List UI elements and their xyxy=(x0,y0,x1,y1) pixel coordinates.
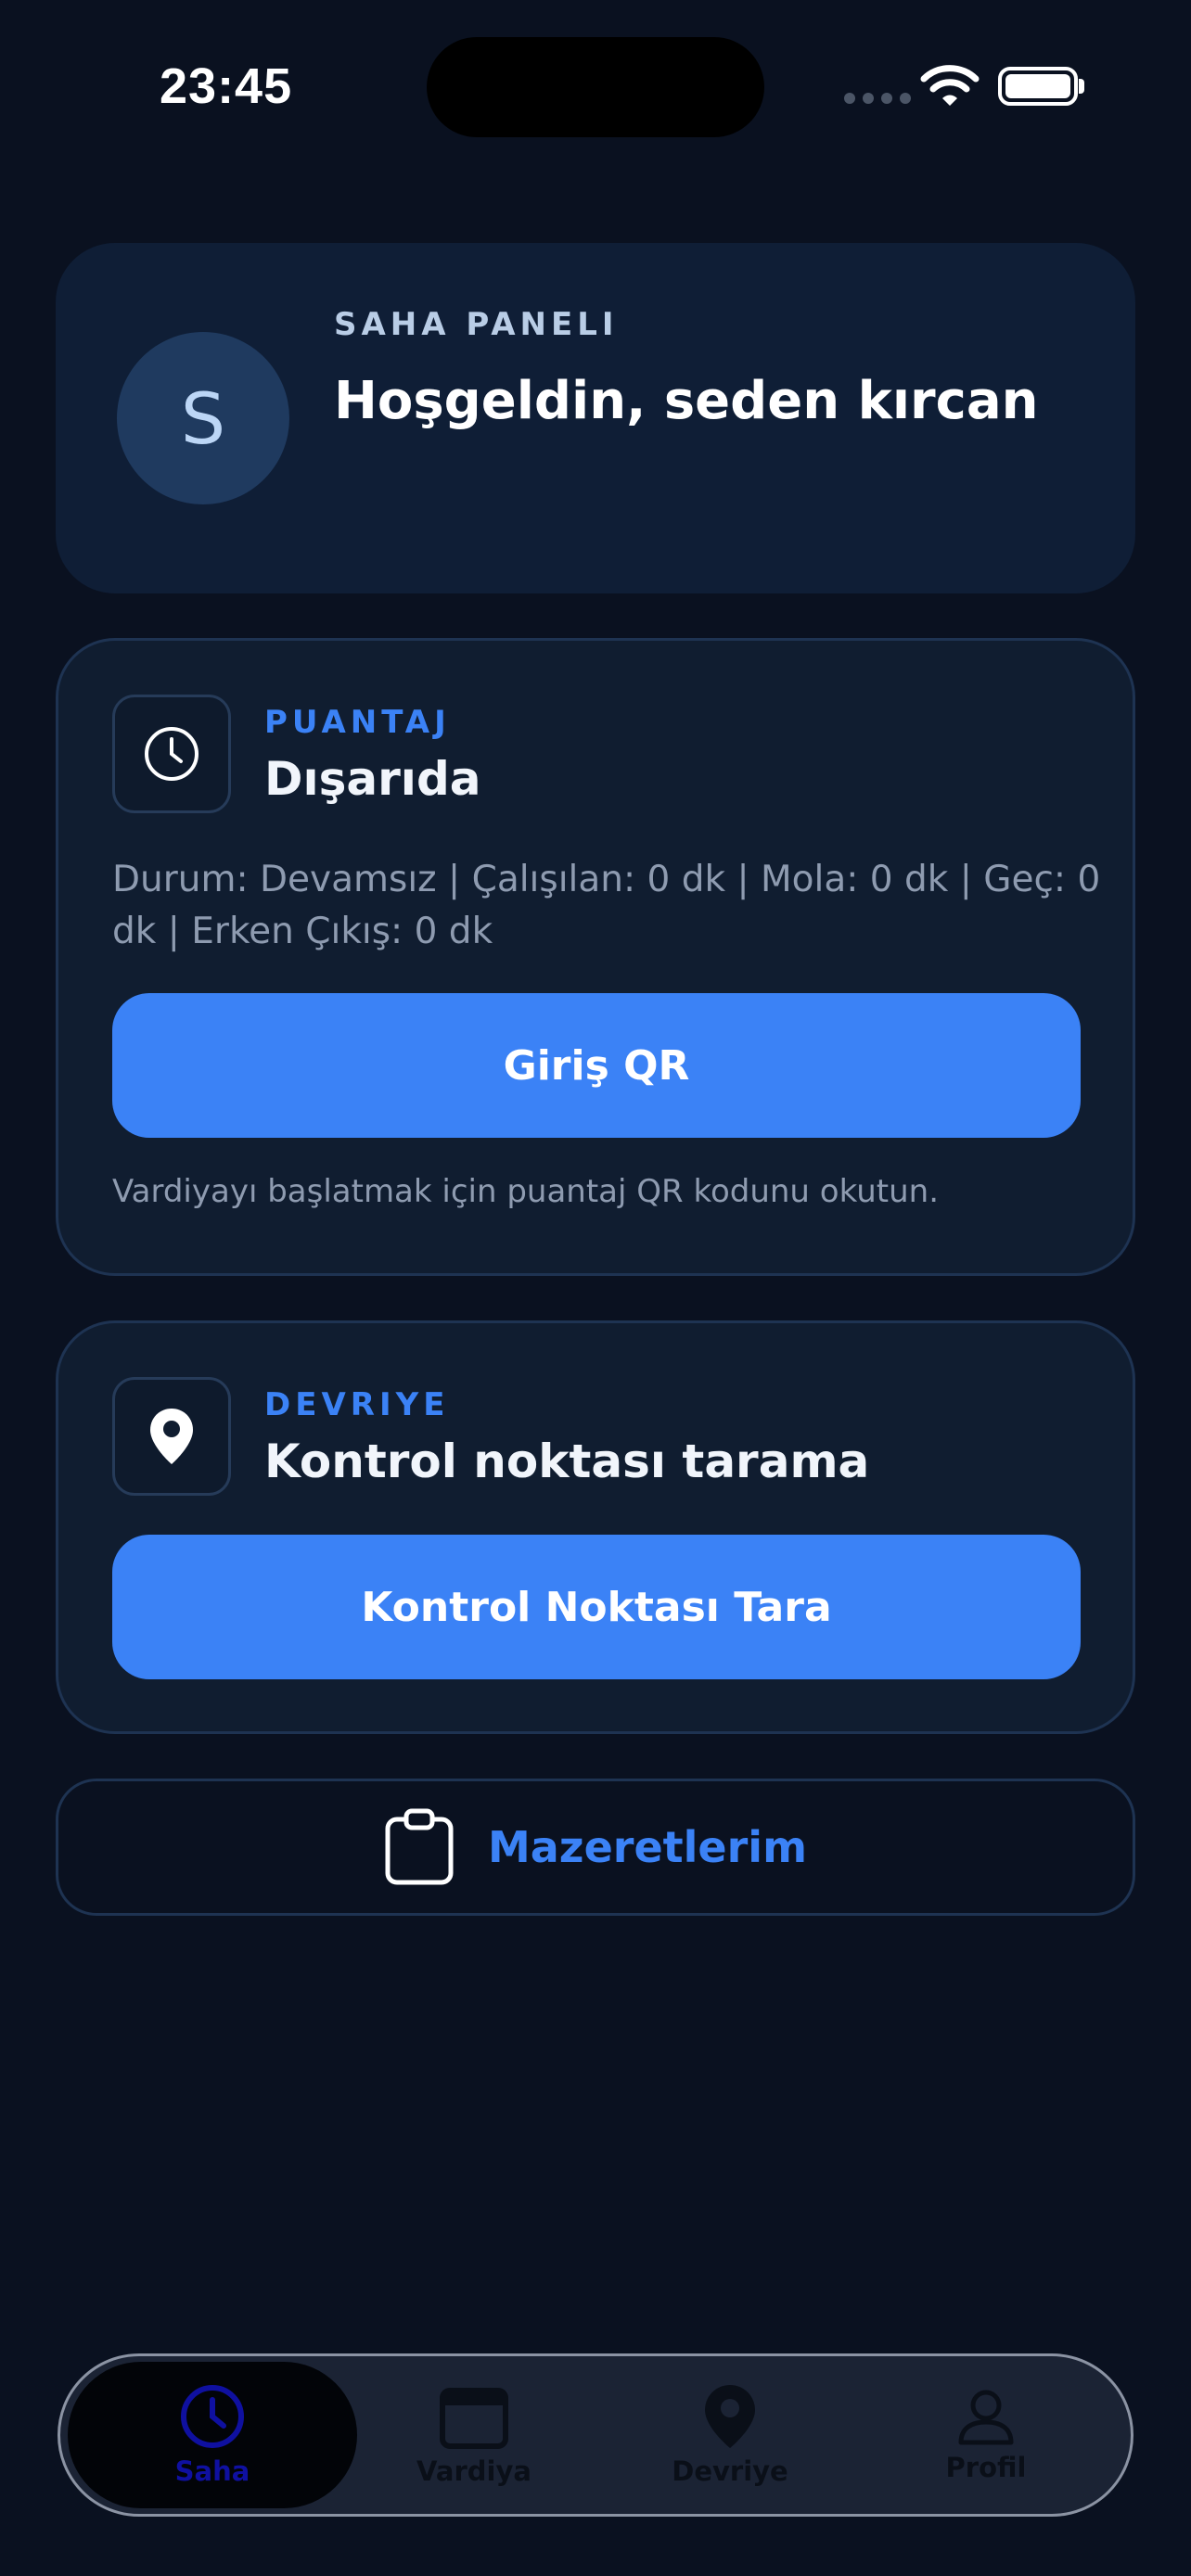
location-pin-icon xyxy=(150,1409,193,1464)
attendance-eyebrow: PUANTAJ xyxy=(264,704,451,741)
tab-label-profil: Profil xyxy=(945,2452,1027,2483)
tab-devriye[interactable]: Devriye xyxy=(585,2362,875,2508)
tab-label-devriye: Devriye xyxy=(672,2455,788,2487)
dynamic-island xyxy=(427,37,764,137)
status-bar: 23:45 xyxy=(0,0,1191,176)
tab-bar: Saha Vardiya Devriye Profil xyxy=(58,2353,1133,2517)
my-excuses-button[interactable]: Mazeretlerim xyxy=(56,1779,1135,1916)
tab-label-vardiya: Vardiya xyxy=(416,2455,531,2487)
patrol-icon-box xyxy=(112,1377,231,1496)
attendance-card: PUANTAJ Dışarıda Durum: Devamsız | Çalış… xyxy=(56,638,1135,1276)
tab-vardiya[interactable]: Vardiya xyxy=(329,2362,619,2508)
battery-icon xyxy=(998,67,1078,106)
clock-icon xyxy=(145,727,198,781)
patrol-title: Kontrol noktası tarama xyxy=(264,1435,870,1488)
clock-icon xyxy=(181,2385,244,2448)
attendance-status-title: Dışarıda xyxy=(264,752,481,806)
attendance-hint: Vardiyayı başlatmak için puantaj QR kodu… xyxy=(112,1173,940,1210)
attendance-icon-box xyxy=(112,695,231,813)
patrol-card: DEVRIYE Kontrol noktası tarama Kontrol N… xyxy=(56,1320,1135,1734)
patrol-eyebrow: DEVRIYE xyxy=(264,1386,450,1423)
avatar: S xyxy=(117,332,289,504)
location-pin-icon xyxy=(705,2385,755,2448)
clipboard-icon xyxy=(385,1808,454,1885)
my-excuses-label: Mazeretlerim xyxy=(487,1822,807,1872)
calendar-icon xyxy=(440,2388,508,2449)
panel-eyebrow: SAHA PANELI xyxy=(334,306,619,343)
tab-saha[interactable]: Saha xyxy=(68,2362,357,2508)
battery-tip xyxy=(1079,79,1084,94)
attendance-summary: Durum: Devamsız | Çalışılan: 0 dk | Mola… xyxy=(112,859,1101,952)
scan-checkpoint-button[interactable]: Kontrol Noktası Tara xyxy=(112,1535,1081,1679)
welcome-title: Hoşgeldin, seden kırcan xyxy=(334,371,1039,431)
cellular-signal-icon xyxy=(844,93,911,104)
status-time: 23:45 xyxy=(160,58,293,114)
wifi-icon xyxy=(920,65,980,106)
person-icon xyxy=(958,2390,1014,2445)
tab-label-saha: Saha xyxy=(174,2455,250,2487)
welcome-card: S SAHA PANELI Hoşgeldin, seden kırcan xyxy=(56,243,1135,593)
tab-profil[interactable]: Profil xyxy=(841,2362,1131,2508)
check-in-qr-button[interactable]: Giriş QR xyxy=(112,993,1081,1138)
